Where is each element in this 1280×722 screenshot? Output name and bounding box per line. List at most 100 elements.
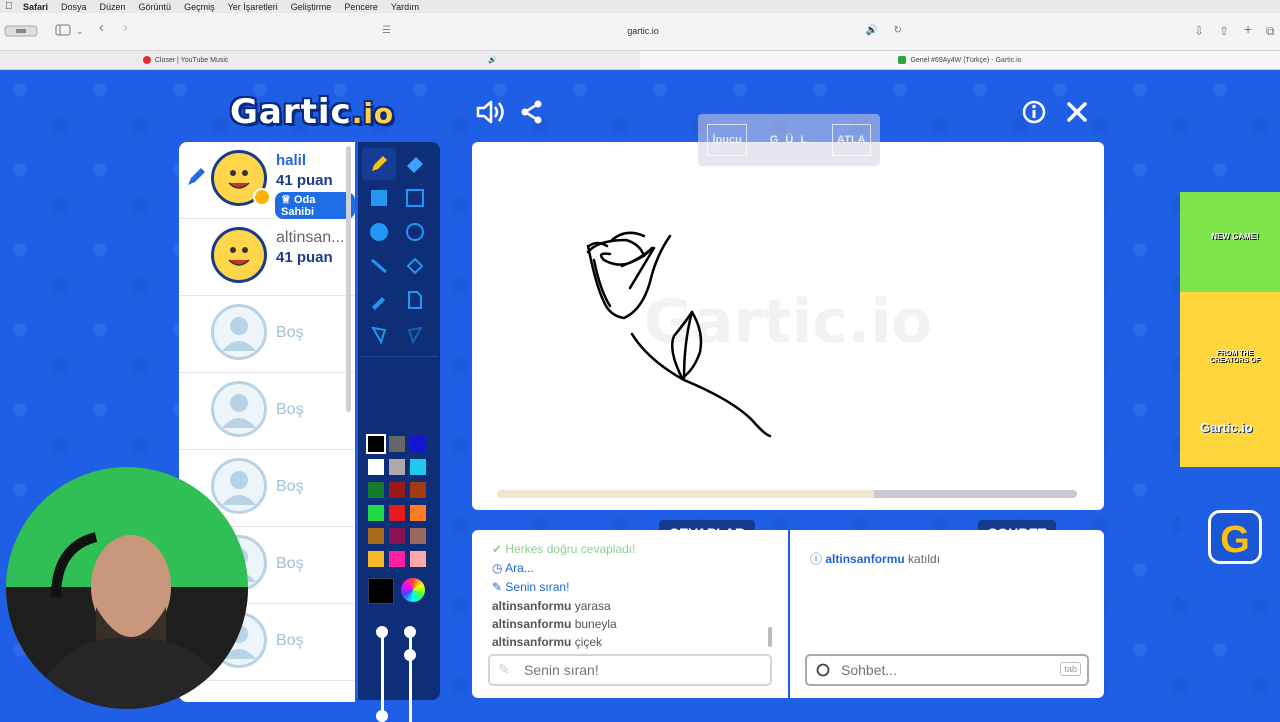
advertisement[interactable]: NEW GAME! FROM THE CREATORS OF Gartic.io… xyxy=(1180,192,1280,600)
brush-size-slider[interactable] xyxy=(381,632,384,722)
new-page-tool-icon[interactable] xyxy=(398,284,432,316)
color-swatch[interactable] xyxy=(410,459,426,475)
speaker-icon[interactable]: 🔊 xyxy=(866,25,878,36)
color-swatch[interactable] xyxy=(389,482,405,498)
menu-safari[interactable]: Safari xyxy=(23,2,48,12)
color-swatch[interactable] xyxy=(410,551,426,567)
menu-dosya[interactable]: Dosya xyxy=(61,2,87,12)
line-tool-icon[interactable] xyxy=(362,250,396,282)
chevron-down-icon[interactable]: ⌄ xyxy=(76,24,84,38)
player-row[interactable]: halil 41 puan ♕ Oda Sahibi xyxy=(179,142,355,219)
answer-message: ✎ Senin sıran! xyxy=(492,580,570,594)
current-color[interactable] xyxy=(368,578,394,604)
menu-goruntu[interactable]: Görüntü xyxy=(139,2,172,12)
color-swatch[interactable] xyxy=(410,505,426,521)
color-swatch[interactable] xyxy=(368,505,384,521)
share-icon[interactable]: ⇧ xyxy=(1219,24,1229,38)
color-wheel-icon[interactable] xyxy=(401,578,425,602)
new-tab-icon[interactable]: + xyxy=(1244,22,1252,36)
color-swatch[interactable] xyxy=(389,436,405,452)
color-swatch[interactable] xyxy=(368,459,384,475)
gartic-logo: Gartic.io xyxy=(230,92,395,132)
color-swatch[interactable] xyxy=(389,551,405,567)
menu-gelistirme[interactable]: Geliştirme xyxy=(291,2,332,12)
player-name: altinsan... xyxy=(276,229,345,246)
answer-message: altinsanformu çiçek xyxy=(492,635,603,649)
back-icon[interactable]: ‹ xyxy=(99,20,104,35)
empty-slot: Boş xyxy=(179,373,355,450)
circle-tool-icon[interactable] xyxy=(398,216,432,248)
color-swatch[interactable] xyxy=(410,482,426,498)
download-icon[interactable]: ⇩ xyxy=(1194,24,1204,38)
menu-gecmis[interactable]: Geçmiş xyxy=(184,2,215,12)
rectangle-tool-icon[interactable] xyxy=(398,182,432,214)
empty-avatar-icon xyxy=(211,381,267,437)
fill-bucket-tool-icon[interactable] xyxy=(398,250,432,282)
player-row[interactable]: altinsan... 41 puan xyxy=(179,219,355,296)
filled-rectangle-tool-icon[interactable] xyxy=(362,182,396,214)
color-swatch[interactable] xyxy=(410,436,426,452)
opacity-slider[interactable] xyxy=(409,632,412,722)
ad-band xyxy=(1180,192,1280,292)
answer-message: ◷ Ara... xyxy=(492,561,534,575)
tab-audio-icon[interactable]: 🔊 xyxy=(488,56,497,64)
eyedropper-tool-icon[interactable] xyxy=(362,284,396,316)
sidebar-icon[interactable] xyxy=(55,24,71,36)
empty-slot-label: Boş xyxy=(276,555,304,572)
player-points: 41 puan xyxy=(276,172,333,189)
slider-knob[interactable] xyxy=(404,626,416,638)
drawing-tools xyxy=(358,142,440,722)
answer-message: altinsanformu buneyla xyxy=(492,617,617,631)
chat-input[interactable]: tab xyxy=(805,654,1089,686)
drawing-canvas[interactable]: Gartic.io xyxy=(472,142,1104,510)
slider-knob[interactable] xyxy=(376,626,388,638)
forward-icon[interactable]: › xyxy=(123,20,128,35)
slider-knob[interactable] xyxy=(376,710,388,722)
mac-menu-bar:  Safari Dosya Düzen Görüntü Geçmiş Yer … xyxy=(0,0,1280,13)
clock-icon: ◷ xyxy=(492,561,503,575)
tab-gartic[interactable]: Genel #69Ay4W (Türkçe) - Gartic.io xyxy=(640,51,1280,69)
menu-duzen[interactable]: Düzen xyxy=(100,2,126,12)
word-hint: G Ü L xyxy=(769,134,810,146)
hint-button[interactable]: İpucu xyxy=(707,124,747,156)
answer-input[interactable]: ✎ xyxy=(488,654,772,686)
pencil-tool-icon[interactable] xyxy=(362,148,396,180)
color-swatch[interactable] xyxy=(410,528,426,544)
info-icon[interactable] xyxy=(1022,100,1046,124)
player-points: 41 puan xyxy=(276,249,333,266)
color-swatch[interactable] xyxy=(389,459,405,475)
hint-bar: İpucu G Ü L ATLA xyxy=(698,114,880,166)
slider-knob[interactable] xyxy=(404,649,416,661)
menu-yer-isaretleri[interactable]: Yer İşaretleri xyxy=(228,2,278,12)
eraser-tool-icon[interactable] xyxy=(398,148,432,180)
skip-button[interactable]: ATLA xyxy=(831,124,871,156)
url-text: gartic.io xyxy=(627,26,659,36)
menu-pencere[interactable]: Pencere xyxy=(344,2,378,12)
window-icon[interactable] xyxy=(4,25,38,37)
chat-field[interactable] xyxy=(839,661,1043,679)
sound-icon[interactable] xyxy=(476,100,504,124)
share-game-icon[interactable] xyxy=(520,100,544,124)
tab-youtube-music[interactable]: Closer | YouTube Music 🔊 xyxy=(0,51,640,69)
answers-scrollbar[interactable] xyxy=(768,627,772,647)
status-dot xyxy=(253,188,271,206)
menu-yardim[interactable]: Yardım xyxy=(391,2,419,12)
youtube-music-icon xyxy=(142,56,151,64)
player-list-scrollbar[interactable] xyxy=(346,146,351,412)
divider xyxy=(360,356,438,357)
undo-tool-icon[interactable] xyxy=(362,318,396,350)
color-swatch[interactable] xyxy=(366,434,386,454)
color-swatch[interactable] xyxy=(368,482,384,498)
color-swatch[interactable] xyxy=(368,551,384,567)
color-swatch[interactable] xyxy=(368,528,384,544)
apple-icon[interactable]:  xyxy=(5,1,15,12)
redo-tool-icon[interactable] xyxy=(398,318,432,350)
filled-circle-tool-icon[interactable] xyxy=(362,216,396,248)
tab-overview-icon[interactable]: ⧉ xyxy=(1266,24,1275,38)
color-swatch[interactable] xyxy=(389,505,405,521)
url-bar[interactable]: ☰ gartic.io 🔊 ↻ xyxy=(378,20,908,44)
color-swatch[interactable] xyxy=(389,528,405,544)
close-icon[interactable] xyxy=(1066,101,1088,123)
answer-field[interactable] xyxy=(522,661,726,679)
reload-icon[interactable]: ↻ xyxy=(894,25,902,36)
